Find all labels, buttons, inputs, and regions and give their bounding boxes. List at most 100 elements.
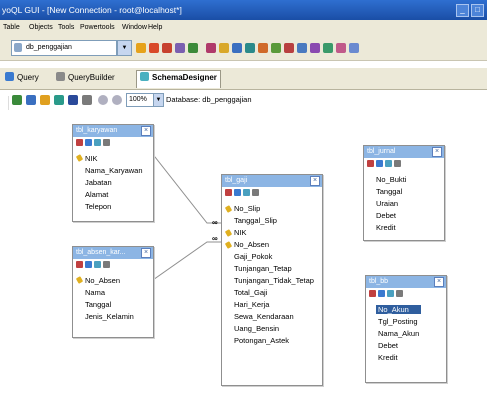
save-icon[interactable] bbox=[85, 261, 92, 268]
field-nama-karyawan[interactable]: Nama_Karyawan bbox=[85, 166, 143, 175]
print-icon[interactable] bbox=[82, 95, 92, 105]
menu-table[interactable]: Table bbox=[3, 24, 20, 31]
field-telepon[interactable]: Telepon bbox=[85, 202, 111, 211]
close-icon[interactable]: × bbox=[141, 248, 151, 258]
zoom-out-icon[interactable] bbox=[112, 95, 122, 105]
field-jabatan[interactable]: Jabatan bbox=[85, 178, 112, 187]
close-icon[interactable]: × bbox=[141, 126, 151, 136]
field-uang-bensin[interactable]: Uang_Bensin bbox=[234, 324, 279, 333]
field-tanggal[interactable]: Tanggal bbox=[376, 187, 402, 196]
index-icon[interactable] bbox=[94, 261, 101, 268]
menu-powertools[interactable]: Powertools bbox=[80, 24, 115, 31]
menu-icon[interactable] bbox=[396, 290, 403, 297]
table-tbl-absen[interactable]: tbl_absen_kar... × No_Absen Nama Tanggal… bbox=[72, 246, 154, 338]
field-kredit[interactable]: Kredit bbox=[378, 353, 398, 362]
field-nik[interactable]: NIK bbox=[85, 154, 98, 163]
index-icon[interactable] bbox=[243, 189, 250, 196]
field-no-akun[interactable]: No_Akun bbox=[376, 305, 421, 314]
close-icon[interactable]: × bbox=[310, 176, 320, 186]
export-icon[interactable] bbox=[271, 43, 281, 53]
table-header[interactable]: tbl_karyawan × bbox=[73, 125, 153, 137]
field-debet[interactable]: Debet bbox=[378, 341, 398, 350]
index-icon[interactable] bbox=[94, 139, 101, 146]
sync-icon[interactable] bbox=[284, 43, 294, 53]
field-jenis-kelamin[interactable]: Jenis_Kelamin bbox=[85, 312, 134, 321]
index-icon[interactable] bbox=[387, 290, 394, 297]
field-no-absen[interactable]: No_Absen bbox=[85, 276, 120, 285]
field-nama-akun[interactable]: Nama_Akun bbox=[378, 329, 419, 338]
index-icon[interactable] bbox=[385, 160, 392, 167]
menu-objects[interactable]: Objects bbox=[29, 24, 53, 31]
table-header[interactable]: tbl_absen_kar... × bbox=[73, 247, 153, 259]
key-icon[interactable] bbox=[219, 43, 229, 53]
table-tbl-bb[interactable]: tbl_bb × No_Akun Tgl_Posting Nama_Akun D… bbox=[365, 275, 447, 383]
field-alamat[interactable]: Alamat bbox=[85, 190, 108, 199]
import-icon[interactable] bbox=[258, 43, 268, 53]
execute-all-icon[interactable] bbox=[175, 43, 185, 53]
edit-icon[interactable] bbox=[76, 139, 83, 146]
save-icon[interactable] bbox=[378, 290, 385, 297]
tab-querybuilder[interactable]: QueryBuilder bbox=[56, 72, 115, 87]
field-gaji-pokok[interactable]: Gaji_Pokok bbox=[234, 252, 272, 261]
save-icon[interactable] bbox=[85, 139, 92, 146]
table-header[interactable]: tbl_jurnal × bbox=[364, 146, 444, 158]
database-select[interactable]: db_penggajian ▼ bbox=[11, 40, 132, 56]
field-sewa-kendaraan[interactable]: Sewa_Kendaraan bbox=[234, 312, 294, 321]
new-table-icon[interactable] bbox=[188, 43, 198, 53]
field-tunjangan-tidak-tetap[interactable]: Tunjangan_Tidak_Tetap bbox=[234, 276, 314, 285]
field-tanggal-slip[interactable]: Tanggal_Slip bbox=[234, 216, 277, 225]
edit-icon[interactable] bbox=[369, 290, 376, 297]
field-tanggal[interactable]: Tanggal bbox=[85, 300, 111, 309]
chevron-down-icon[interactable]: ▼ bbox=[117, 40, 132, 56]
edit-icon[interactable] bbox=[76, 261, 83, 268]
refresh-icon[interactable] bbox=[136, 43, 146, 53]
save-icon[interactable] bbox=[376, 160, 383, 167]
save-icon[interactable] bbox=[234, 189, 241, 196]
chevron-down-icon[interactable]: ▼ bbox=[153, 93, 164, 107]
profiler-icon[interactable] bbox=[323, 43, 333, 53]
refresh-icon[interactable] bbox=[26, 95, 36, 105]
open-icon[interactable] bbox=[40, 95, 50, 105]
field-no-absen[interactable]: No_Absen bbox=[234, 240, 269, 249]
table-header[interactable]: tbl_bb × bbox=[366, 276, 446, 288]
menu-tools[interactable]: Tools bbox=[58, 24, 74, 31]
menu-icon[interactable] bbox=[103, 139, 110, 146]
zoom-in-icon[interactable] bbox=[98, 95, 108, 105]
field-potongan-astek[interactable]: Potongan_Astek bbox=[234, 336, 289, 345]
close-icon[interactable]: × bbox=[434, 277, 444, 287]
edit-icon[interactable] bbox=[367, 160, 374, 167]
zoom-select[interactable]: 100% bbox=[126, 93, 154, 107]
table-header[interactable]: tbl_gaji × bbox=[222, 175, 322, 187]
field-uraian[interactable]: Uraian bbox=[376, 199, 398, 208]
schema-icon[interactable] bbox=[245, 43, 255, 53]
field-no-slip[interactable]: No_Slip bbox=[234, 204, 260, 213]
field-total-gaji[interactable]: Total_Gaji bbox=[234, 288, 267, 297]
backup-icon[interactable] bbox=[206, 43, 216, 53]
menu-icon[interactable] bbox=[103, 261, 110, 268]
tab-query[interactable]: Query bbox=[5, 72, 39, 87]
copy-db-icon[interactable] bbox=[297, 43, 307, 53]
optimizer-icon[interactable] bbox=[336, 43, 346, 53]
menu-window[interactable]: Window bbox=[122, 24, 147, 31]
close-icon[interactable]: × bbox=[432, 147, 442, 157]
menu-icon[interactable] bbox=[394, 160, 401, 167]
minimize-button[interactable]: _ bbox=[456, 4, 469, 17]
execute-icon[interactable] bbox=[162, 43, 172, 53]
scheduler-icon[interactable] bbox=[310, 43, 320, 53]
field-tunjangan-tetap[interactable]: Tunjangan_Tetap bbox=[234, 264, 292, 273]
field-nama[interactable]: Nama bbox=[85, 288, 105, 297]
tab-schemadesigner[interactable]: SchemaDesigner bbox=[136, 70, 221, 88]
field-tgl-posting[interactable]: Tgl_Posting bbox=[378, 317, 418, 326]
table-tbl-gaji[interactable]: tbl_gaji × No_Slip Tanggal_Slip NIK No_A… bbox=[221, 174, 323, 386]
menu-help[interactable]: Help bbox=[148, 24, 162, 31]
field-debet[interactable]: Debet bbox=[376, 211, 396, 220]
layout-icon[interactable] bbox=[54, 95, 64, 105]
field-hari-kerja[interactable]: Hari_Kerja bbox=[234, 300, 269, 309]
schema-canvas[interactable]: 1 1 ∞ ∞ tbl_karyawan × NIK Nama_Karyawan… bbox=[0, 110, 487, 399]
add-table-icon[interactable] bbox=[12, 95, 22, 105]
menu-icon[interactable] bbox=[252, 189, 259, 196]
stop-icon[interactable] bbox=[149, 43, 159, 53]
maximize-button[interactable]: □ bbox=[471, 4, 484, 17]
connection-icon[interactable] bbox=[349, 43, 359, 53]
field-kredit[interactable]: Kredit bbox=[376, 223, 396, 232]
